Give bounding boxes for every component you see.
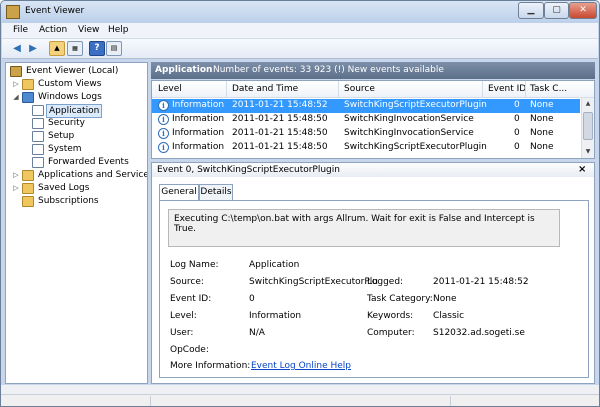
column-header-level[interactable]: Level [158,84,182,94]
label-source: Source: [170,277,204,287]
menu-view[interactable]: View [78,25,99,35]
value-computer: S12032.ad.sogeti.se [433,328,525,338]
close-detail-icon[interactable]: × [578,164,586,175]
help-icon[interactable]: ? [89,41,105,56]
log-icon [32,131,44,142]
table-row[interactable]: i Information 2011-01-21 15:48:50 Switch… [152,113,580,127]
log-name-title: Application [155,65,213,75]
minimize-button[interactable]: ▁ [518,2,544,19]
event-log-online-help-link[interactable]: Event Log Online Help [251,361,351,371]
show-hide-tree-icon[interactable]: ▦ [67,41,83,56]
window-title: Event Viewer [25,6,85,16]
information-icon: i [158,142,169,153]
log-icon [32,157,44,168]
information-icon: i [158,100,169,111]
table-row[interactable]: i Information 2011-01-21 15:48:50 Switch… [152,141,580,155]
forward-arrow-icon[interactable]: ▶ [25,41,41,56]
horizontal-scrollbar[interactable] [1,385,599,394]
column-header-row: Level Date and Time Source Event ID Task… [152,81,594,98]
scroll-thumb[interactable] [583,112,593,140]
tab-details[interactable]: Details [199,184,233,200]
event-detail-title: Event 0, SwitchKingScriptExecutorPlugin [157,165,340,175]
close-button[interactable]: ✕ [569,2,597,19]
status-bar [1,394,599,406]
log-icon [32,105,44,116]
back-arrow-icon[interactable]: ◀ [9,41,25,56]
toolbar: ◀ ▶ ▲ ▦ ? ▤ [2,39,598,59]
title-bar: Event Viewer ▁ ▢ ✕ [1,1,599,23]
event-detail-pane: General Details Executing C:\temp\on.bat… [151,177,595,384]
event-viewer-window: Event Viewer ▁ ▢ ✕ File Action View Help… [0,0,600,407]
expand-arrow-icon[interactable]: ▷ [12,184,20,192]
tab-general[interactable]: General [159,184,199,201]
event-viewer-app-icon [6,5,20,19]
menu-bar: File Action View Help [2,23,598,39]
value-source: SwitchKingScriptExecutorPlu [249,277,378,287]
menu-action[interactable]: Action [39,25,67,35]
expand-arrow-icon[interactable]: ▷ [12,80,20,88]
information-icon: i [158,128,169,139]
label-event-id: Event ID: [170,294,212,304]
folder-icon [22,196,34,207]
value-keywords: Classic [433,311,465,321]
value-user: N/A [249,328,265,338]
collapse-arrow-icon[interactable]: ◢ [12,93,20,101]
scroll-down-arrow-icon[interactable]: ▼ [582,146,594,158]
events-grid: Level Date and Time Source Event ID Task… [151,80,595,159]
general-tab-panel: Executing C:\temp\on.bat with args Allru… [159,200,589,378]
label-log-name: Log Name: [170,260,219,270]
menu-file[interactable]: File [13,25,28,35]
log-icon [32,118,44,129]
column-header-source[interactable]: Source [344,84,375,94]
value-event-id: 0 [249,294,255,304]
navigation-tree: Event Viewer (Local) ▷ Custom Views ◢ Wi… [5,62,148,384]
table-row[interactable]: i Information 2011-01-21 15:48:50 Switch… [152,127,580,141]
column-header-date[interactable]: Date and Time [232,84,298,94]
label-more-information: More Information: [170,361,251,371]
menu-help[interactable]: Help [108,25,129,35]
value-level: Information [249,311,302,321]
folder-icon [22,170,34,181]
label-user: User: [170,328,194,338]
information-icon: i [158,114,169,125]
maximize-button[interactable]: ▢ [544,2,569,19]
up-folder-icon[interactable]: ▲ [49,41,65,56]
properties-icon[interactable]: ▤ [106,41,122,56]
folder-icon [22,183,34,194]
folder-icon [22,79,34,90]
label-task-category: Task Category: [367,294,433,304]
label-computer: Computer: [367,328,415,338]
tree-node-application[interactable]: Application [8,104,128,118]
event-message-text: Executing C:\temp\on.bat with args Allru… [174,214,535,234]
label-opcode: OpCode: [170,345,209,355]
scroll-up-arrow-icon[interactable]: ▲ [582,98,594,110]
expand-arrow-icon[interactable]: ▷ [12,171,20,179]
value-log-name: Application [249,260,300,270]
value-task-category: None [433,294,457,304]
event-message-box[interactable]: Executing C:\temp\on.bat with args Allru… [168,209,560,247]
label-logged: Logged: [367,277,404,287]
windows-logs-icon [22,92,34,103]
event-viewer-icon [10,66,22,77]
value-logged: 2011-01-21 15:48:52 [433,277,529,287]
log-icon [32,144,44,155]
column-header-task-category[interactable]: Task C... [530,84,567,94]
table-row[interactable]: i Information 2011-01-21 15:48:52 Switch… [152,99,580,113]
event-count-summary: Number of events: 33 923 (!) New events … [213,65,444,75]
log-header: Application Number of events: 33 923 (!)… [151,62,595,79]
event-detail-header: Event 0, SwitchKingScriptExecutorPlugin … [151,162,595,178]
label-keywords: Keywords: [367,311,414,321]
label-level: Level: [170,311,197,321]
events-vertical-scrollbar[interactable]: ▲ ▼ [581,98,594,158]
column-header-event-id[interactable]: Event ID [488,84,526,94]
